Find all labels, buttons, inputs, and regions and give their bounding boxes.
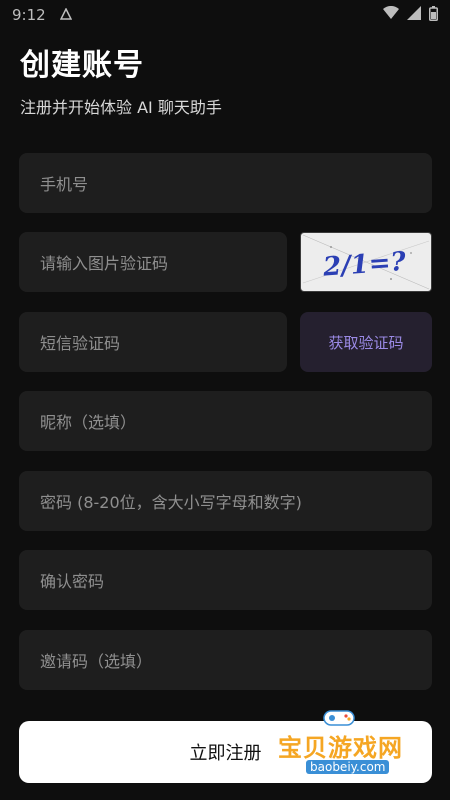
captcha-image[interactable]: 2/1=? — [300, 232, 432, 292]
get-sms-code-button[interactable]: 获取验证码 — [300, 312, 432, 372]
phone-input[interactable]: 手机号 — [19, 153, 432, 213]
sms-code-placeholder: 短信验证码 — [40, 334, 121, 353]
invite-code-input[interactable]: 邀请码（选填） — [19, 630, 432, 690]
password-placeholder: 密码 (8-20位，含大小写字母和数字) — [40, 493, 302, 512]
wifi-icon — [383, 5, 399, 24]
status-left: 9:12 — [12, 6, 72, 24]
nickname-placeholder: 昵称（选填） — [40, 413, 137, 432]
page-title: 创建账号 — [20, 48, 144, 83]
nickname-input[interactable]: 昵称（选填） — [19, 391, 432, 451]
phone-placeholder: 手机号 — [40, 175, 89, 194]
invite-code-placeholder: 邀请码（选填） — [40, 652, 153, 671]
confirm-password-placeholder: 确认密码 — [40, 572, 105, 591]
status-time: 9:12 — [12, 6, 46, 24]
image-captcha-placeholder: 请输入图片验证码 — [40, 254, 169, 273]
status-bar: 9:12 — [0, 0, 450, 30]
signal-icon — [407, 6, 421, 24]
get-sms-code-label: 获取验证码 — [328, 333, 404, 352]
notification-icon — [59, 6, 72, 24]
register-button-label: 立即注册 — [189, 743, 262, 764]
image-captcha-input[interactable]: 请输入图片验证码 — [19, 232, 287, 292]
register-button[interactable]: 立即注册 — [19, 721, 432, 783]
password-input[interactable]: 密码 (8-20位，含大小写字母和数字) — [19, 471, 432, 531]
captcha-text: 2/1=? — [321, 247, 407, 283]
confirm-password-input[interactable]: 确认密码 — [19, 550, 432, 610]
page-subtitle: 注册并开始体验 AI 聊天助手 — [20, 98, 222, 117]
sms-code-input[interactable]: 短信验证码 — [19, 312, 287, 372]
battery-icon — [429, 5, 438, 25]
status-right — [383, 5, 438, 25]
